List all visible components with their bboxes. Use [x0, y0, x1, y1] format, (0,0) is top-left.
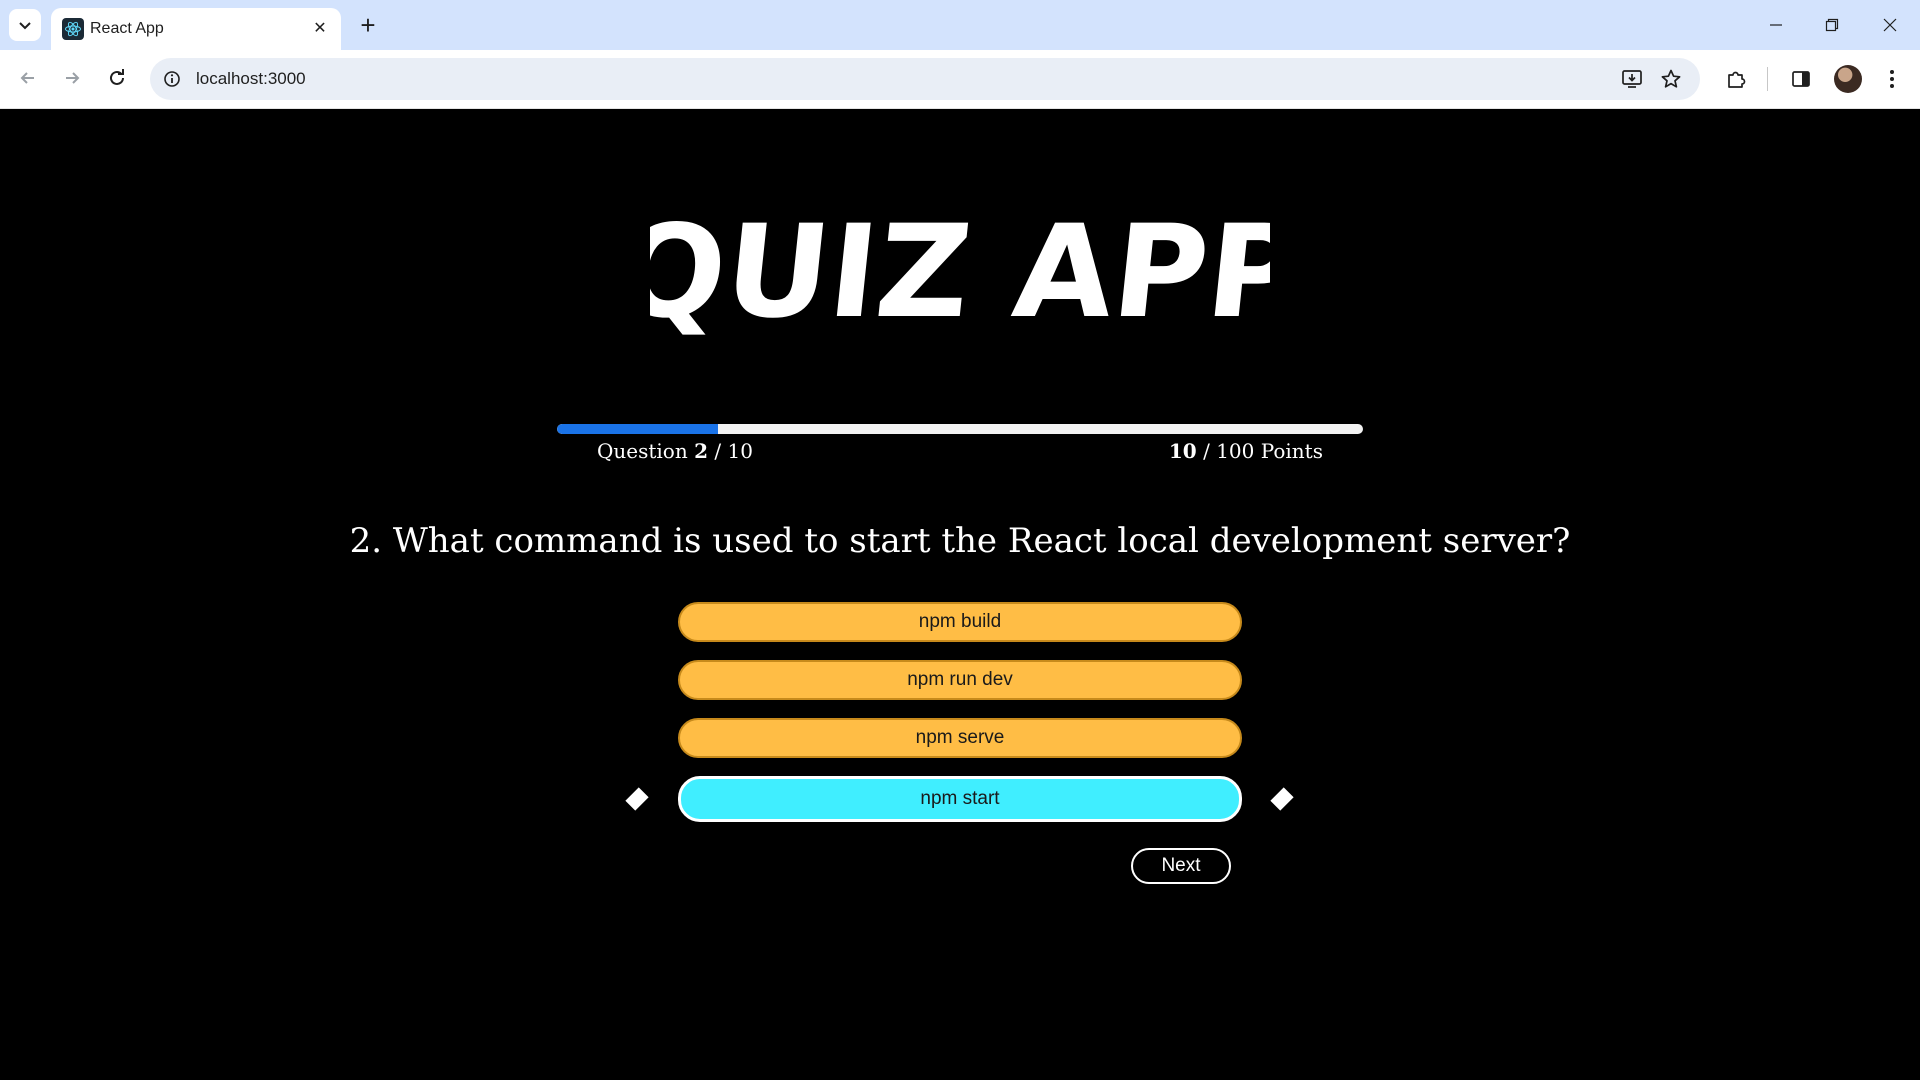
- side-panel-icon[interactable]: [1787, 65, 1815, 93]
- profile-avatar[interactable]: [1834, 65, 1862, 93]
- close-icon: [1883, 18, 1897, 32]
- arrow-right-icon: [66, 72, 80, 84]
- points-label: / 100 Points: [1203, 439, 1323, 463]
- back-button[interactable]: [10, 60, 46, 96]
- answer-option[interactable]: npm run dev: [678, 660, 1242, 700]
- toolbar-divider: [1767, 67, 1768, 91]
- react-favicon-icon: [62, 18, 84, 40]
- site-info-icon[interactable]: [160, 67, 184, 91]
- install-app-icon[interactable]: [1619, 66, 1645, 92]
- question-counter: Question 2 / 10: [597, 439, 753, 463]
- restore-button[interactable]: [1804, 0, 1860, 50]
- reload-button[interactable]: [99, 60, 135, 96]
- selection-marker-left-icon: [625, 787, 649, 811]
- answer-option[interactable]: npm build: [678, 602, 1242, 642]
- bookmark-star-icon[interactable]: [1658, 66, 1684, 92]
- score-value: 10: [1168, 439, 1197, 463]
- url-text[interactable]: localhost:3000: [196, 69, 306, 89]
- reload-icon: [110, 69, 124, 85]
- answer-option[interactable]: npm serve: [678, 718, 1242, 758]
- current-question-number: 2: [694, 439, 709, 463]
- browser-toolbar: localhost:3000: [0, 50, 1920, 109]
- logo-text: QUIZ APP: [650, 198, 1270, 344]
- selection-marker-right-icon: [1270, 787, 1294, 811]
- tab-close-icon[interactable]: ✕: [309, 17, 331, 39]
- address-bar[interactable]: localhost:3000: [150, 58, 1700, 100]
- tab-search-button[interactable]: [9, 9, 41, 41]
- browser-tab[interactable]: React App ✕: [51, 8, 341, 50]
- restore-icon: [1825, 18, 1839, 32]
- progress-bar: [557, 424, 1363, 434]
- more-menu-icon[interactable]: [1878, 65, 1906, 93]
- new-tab-button[interactable]: +: [353, 10, 383, 40]
- answer-option-selected[interactable]: npm start: [678, 776, 1242, 822]
- forward-button[interactable]: [54, 60, 90, 96]
- extensions-icon[interactable]: [1722, 65, 1750, 93]
- score-counter: 10 / 100 Points: [1169, 439, 1323, 463]
- quiz-app-logo: QUIZ APP: [650, 198, 1270, 344]
- chevron-down-icon: [19, 22, 31, 30]
- total-questions: / 10: [714, 439, 753, 463]
- tab-title: React App: [90, 20, 164, 37]
- arrow-left-icon: [20, 72, 34, 84]
- close-window-button[interactable]: [1862, 0, 1918, 50]
- page-viewport: QUIZ APP Question 2 / 10 10 / 100 Points…: [0, 109, 1920, 1080]
- next-button[interactable]: Next: [1131, 848, 1231, 884]
- minimize-button[interactable]: [1748, 0, 1804, 50]
- question-text: 2. What command is used to start the Rea…: [349, 521, 1571, 561]
- minimize-icon: [1770, 24, 1782, 26]
- question-label: Question: [597, 439, 688, 463]
- tab-strip: React App ✕ +: [0, 0, 1920, 50]
- progress-fill: [557, 424, 719, 434]
